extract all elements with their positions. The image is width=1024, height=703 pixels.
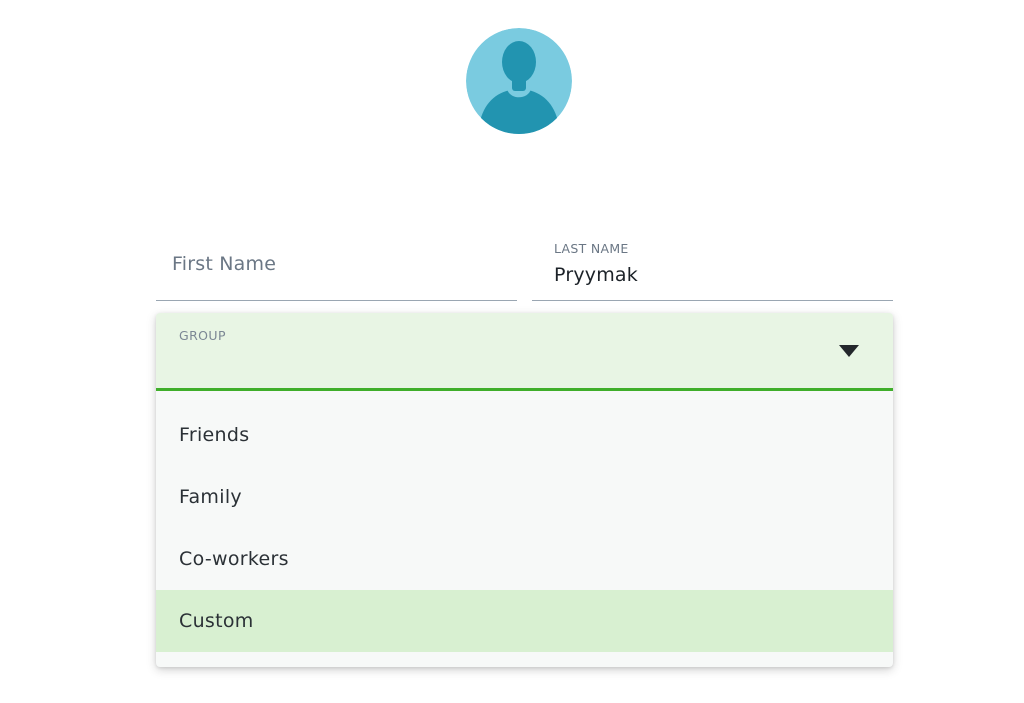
caret-down-icon[interactable] [839,345,859,357]
group-option-family[interactable]: Family [156,466,893,528]
first-name-placeholder: First Name [172,253,277,275]
group-options-list: Friends Family Co-workers Custom [156,404,893,652]
first-name-field[interactable]: First Name [156,236,517,301]
last-name-field[interactable]: LAST NAME Pryymak [532,236,893,301]
group-option-friends[interactable]: Friends [156,404,893,466]
last-name-label: LAST NAME [554,241,629,256]
group-option-custom[interactable]: Custom [156,590,893,652]
user-silhouette-icon [466,28,572,134]
avatar[interactable] [466,28,572,134]
group-option-co-workers[interactable]: Co-workers [156,528,893,590]
last-name-value: Pryymak [554,264,638,286]
group-label: GROUP [179,328,226,343]
group-select[interactable]: GROUP Friends Family Co-workers Custom [156,313,893,667]
group-select-trigger[interactable]: GROUP [156,313,893,391]
